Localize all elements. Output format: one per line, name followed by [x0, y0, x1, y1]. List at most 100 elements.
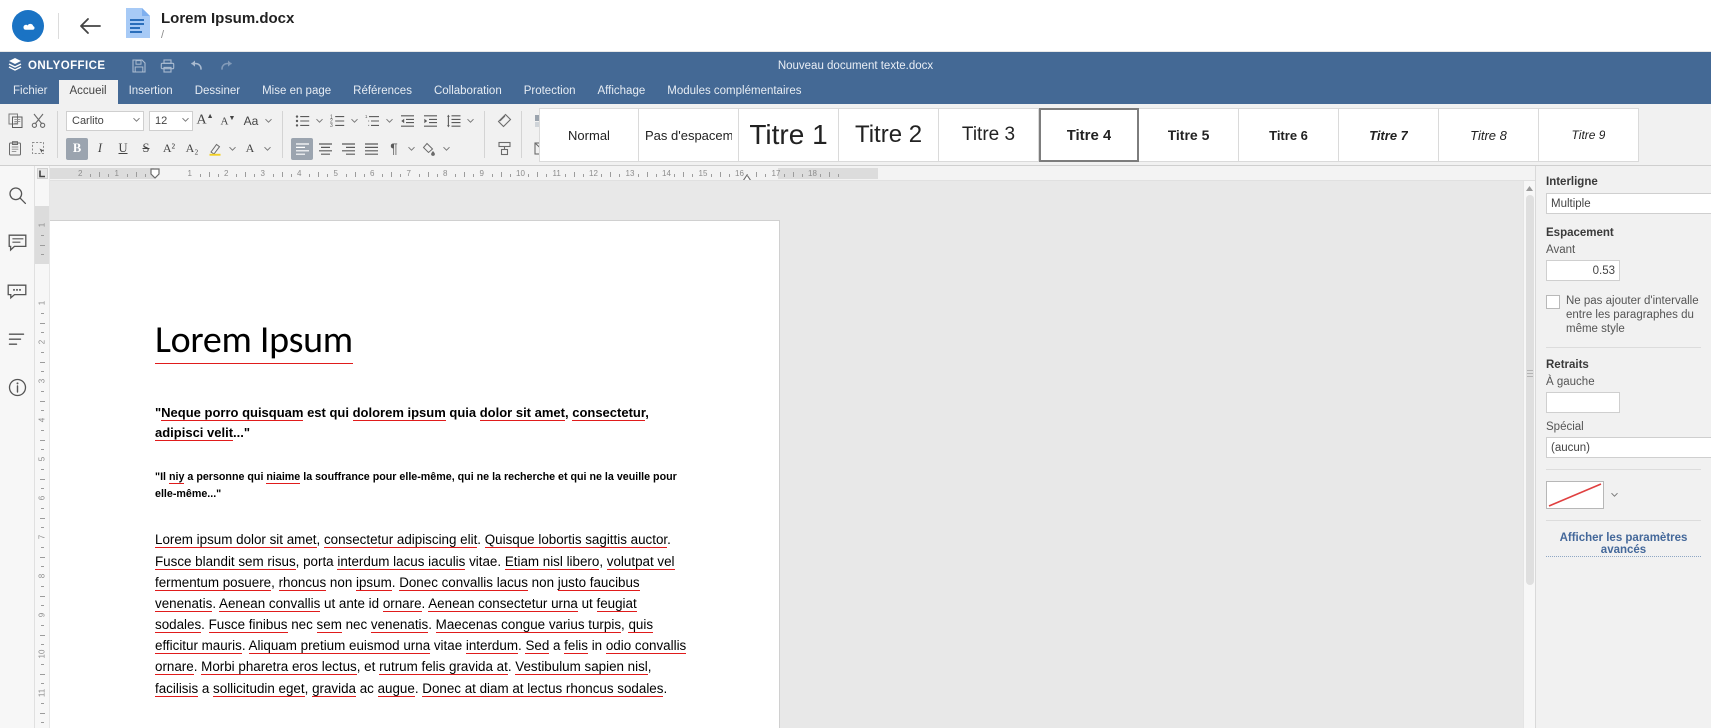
- decrease-indent-icon[interactable]: [396, 110, 418, 132]
- vertical-ruler[interactable]: 1 1 2 3 4 5 6 7 8 9 10 11: [35, 166, 50, 728]
- tab-accueil[interactable]: Accueil: [58, 80, 118, 104]
- tab-affichage[interactable]: Affichage: [587, 80, 657, 104]
- show-formatting-marks-icon[interactable]: ¶: [383, 138, 405, 160]
- format-painter-icon[interactable]: [27, 138, 49, 160]
- no-borders-icon[interactable]: [1546, 481, 1604, 509]
- style-titre-8[interactable]: Titre 8: [1439, 108, 1539, 162]
- vertical-scrollbar[interactable]: [1523, 181, 1535, 728]
- paste-icon[interactable]: [4, 138, 26, 160]
- document-quote-1[interactable]: "Neque porro quisquam est qui dolorem ip…: [155, 403, 689, 443]
- chevron-down-icon[interactable]: [314, 110, 325, 132]
- chevron-down-icon[interactable]: [384, 110, 395, 132]
- tab-modules-compl-mentaires[interactable]: Modules complémentaires: [656, 80, 812, 104]
- chevron-down-icon[interactable]: [441, 138, 452, 160]
- comment-icon[interactable]: [4, 230, 30, 256]
- align-justify-icon[interactable]: [360, 138, 382, 160]
- increase-indent-icon[interactable]: [419, 110, 441, 132]
- info-icon[interactable]: [4, 374, 30, 400]
- chevron-down-icon[interactable]: [263, 110, 274, 132]
- tab-dessiner[interactable]: Dessiner: [184, 80, 251, 104]
- tab-r-f-rences[interactable]: Références: [342, 80, 423, 104]
- special-indent-select[interactable]: (aucun): [1546, 437, 1711, 458]
- paragraph-shading-icon[interactable]: [418, 138, 440, 160]
- align-left-icon[interactable]: [291, 137, 313, 160]
- bullet-list-icon[interactable]: [291, 110, 313, 132]
- print-icon[interactable]: [155, 55, 181, 77]
- horizontal-ruler[interactable]: 2 1 1 2 3 4 5 6 7 8 9 10 11 12 13 14 15 16 17 18: [50, 166, 1535, 181]
- cut-icon[interactable]: [27, 110, 49, 132]
- superscript-button[interactable]: A²: [158, 138, 180, 160]
- no-space-checkbox[interactable]: [1546, 295, 1560, 309]
- chevron-down-icon[interactable]: [227, 138, 238, 160]
- font-color-icon[interactable]: A: [239, 138, 261, 160]
- save-icon[interactable]: [126, 55, 152, 77]
- style-titre-3[interactable]: Titre 3: [939, 108, 1039, 162]
- style-titre-6[interactable]: Titre 6: [1239, 108, 1339, 162]
- spacing-before-input[interactable]: 0.53: [1546, 260, 1620, 281]
- font-size-select[interactable]: 12: [149, 110, 193, 131]
- line-spacing-select[interactable]: Multiple: [1546, 193, 1711, 214]
- style-pas-d-espacement[interactable]: Pas d'espacement: [639, 108, 739, 162]
- font-name-select[interactable]: Carlito: [66, 110, 144, 131]
- advanced-settings-link[interactable]: Afficher les paramètres avancés: [1546, 532, 1701, 557]
- headings-icon[interactable]: [4, 326, 30, 352]
- copy-style-icon[interactable]: [493, 138, 515, 160]
- chevron-down-icon[interactable]: [1610, 490, 1619, 502]
- ruler-tick: [318, 172, 320, 177]
- document-page[interactable]: Lorem Ipsum "Neque porro quisquam est qu…: [50, 221, 779, 728]
- ruler-tick: [765, 174, 767, 177]
- plain-text: in: [587, 638, 606, 654]
- tab-stop-left-icon[interactable]: [37, 168, 48, 179]
- no-space-same-style-row[interactable]: Ne pas ajouter d'intervalle entre les pa…: [1546, 294, 1711, 336]
- highlight-color-icon[interactable]: [204, 138, 226, 160]
- nextcloud-logo-icon[interactable]: [12, 9, 44, 42]
- style-titre-5[interactable]: Titre 5: [1139, 108, 1239, 162]
- tab-collaboration[interactable]: Collaboration: [423, 80, 513, 104]
- paragraph-group: 123 1 ¶: [287, 104, 480, 165]
- style-titre-4[interactable]: Titre 4: [1039, 108, 1139, 162]
- first-line-indent-marker-icon[interactable]: [150, 167, 160, 179]
- align-right-icon[interactable]: [337, 138, 359, 160]
- tab-protection[interactable]: Protection: [513, 80, 587, 104]
- style-titre-7[interactable]: Titre 7: [1339, 108, 1439, 162]
- copy-icon[interactable]: [4, 110, 26, 132]
- style-normal[interactable]: Normal: [539, 108, 639, 162]
- chevron-down-icon[interactable]: [262, 138, 273, 160]
- style-titre-2[interactable]: Titre 2: [839, 108, 939, 162]
- multilevel-list-icon[interactable]: 1: [361, 110, 383, 132]
- subscript-button[interactable]: A₂: [181, 138, 203, 160]
- tab-fichier[interactable]: Fichier: [2, 80, 59, 104]
- document-heading[interactable]: Lorem Ipsum: [155, 317, 689, 364]
- vertical-scroll-thumb[interactable]: [1526, 195, 1534, 585]
- back-arrow-icon[interactable]: [73, 9, 107, 43]
- change-case-icon[interactable]: Aa: [240, 110, 262, 132]
- redo-icon[interactable]: [213, 55, 239, 77]
- increase-font-size-icon[interactable]: A▲: [194, 110, 216, 132]
- tab-mise-en-page[interactable]: Mise en page: [251, 80, 342, 104]
- chevron-down-icon[interactable]: [406, 138, 417, 160]
- decrease-font-size-icon[interactable]: A▼: [217, 110, 239, 132]
- line-spacing-icon[interactable]: [442, 110, 464, 132]
- search-icon[interactable]: [4, 182, 30, 208]
- ruler-tick: [41, 332, 44, 334]
- document-quote-2[interactable]: "Il niy a personne qui niaime la souffra…: [155, 469, 689, 503]
- clear-style-icon[interactable]: [493, 110, 515, 132]
- clipboard-group: [0, 104, 53, 165]
- underline-button[interactable]: U: [112, 138, 134, 160]
- tab-insertion[interactable]: Insertion: [118, 80, 184, 104]
- bold-button[interactable]: B: [66, 137, 88, 160]
- indent-left-input[interactable]: [1546, 392, 1620, 413]
- scroll-up-icon[interactable]: [1524, 181, 1535, 195]
- style-titre-1[interactable]: Titre 1: [739, 108, 839, 162]
- chevron-down-icon[interactable]: [465, 110, 476, 132]
- align-center-icon[interactable]: [314, 138, 336, 160]
- style-titre-9[interactable]: Titre 9: [1539, 108, 1639, 162]
- strikethrough-button[interactable]: S: [135, 138, 157, 160]
- italic-button[interactable]: I: [89, 138, 111, 160]
- numbered-list-icon[interactable]: 123: [326, 110, 348, 132]
- document-body-paragraph[interactable]: Lorem ipsum dolor sit amet, consectetur …: [155, 529, 689, 698]
- chevron-down-icon[interactable]: [349, 110, 360, 132]
- chat-icon[interactable]: [4, 278, 30, 304]
- undo-icon[interactable]: [184, 55, 210, 77]
- borders-row[interactable]: [1546, 481, 1711, 509]
